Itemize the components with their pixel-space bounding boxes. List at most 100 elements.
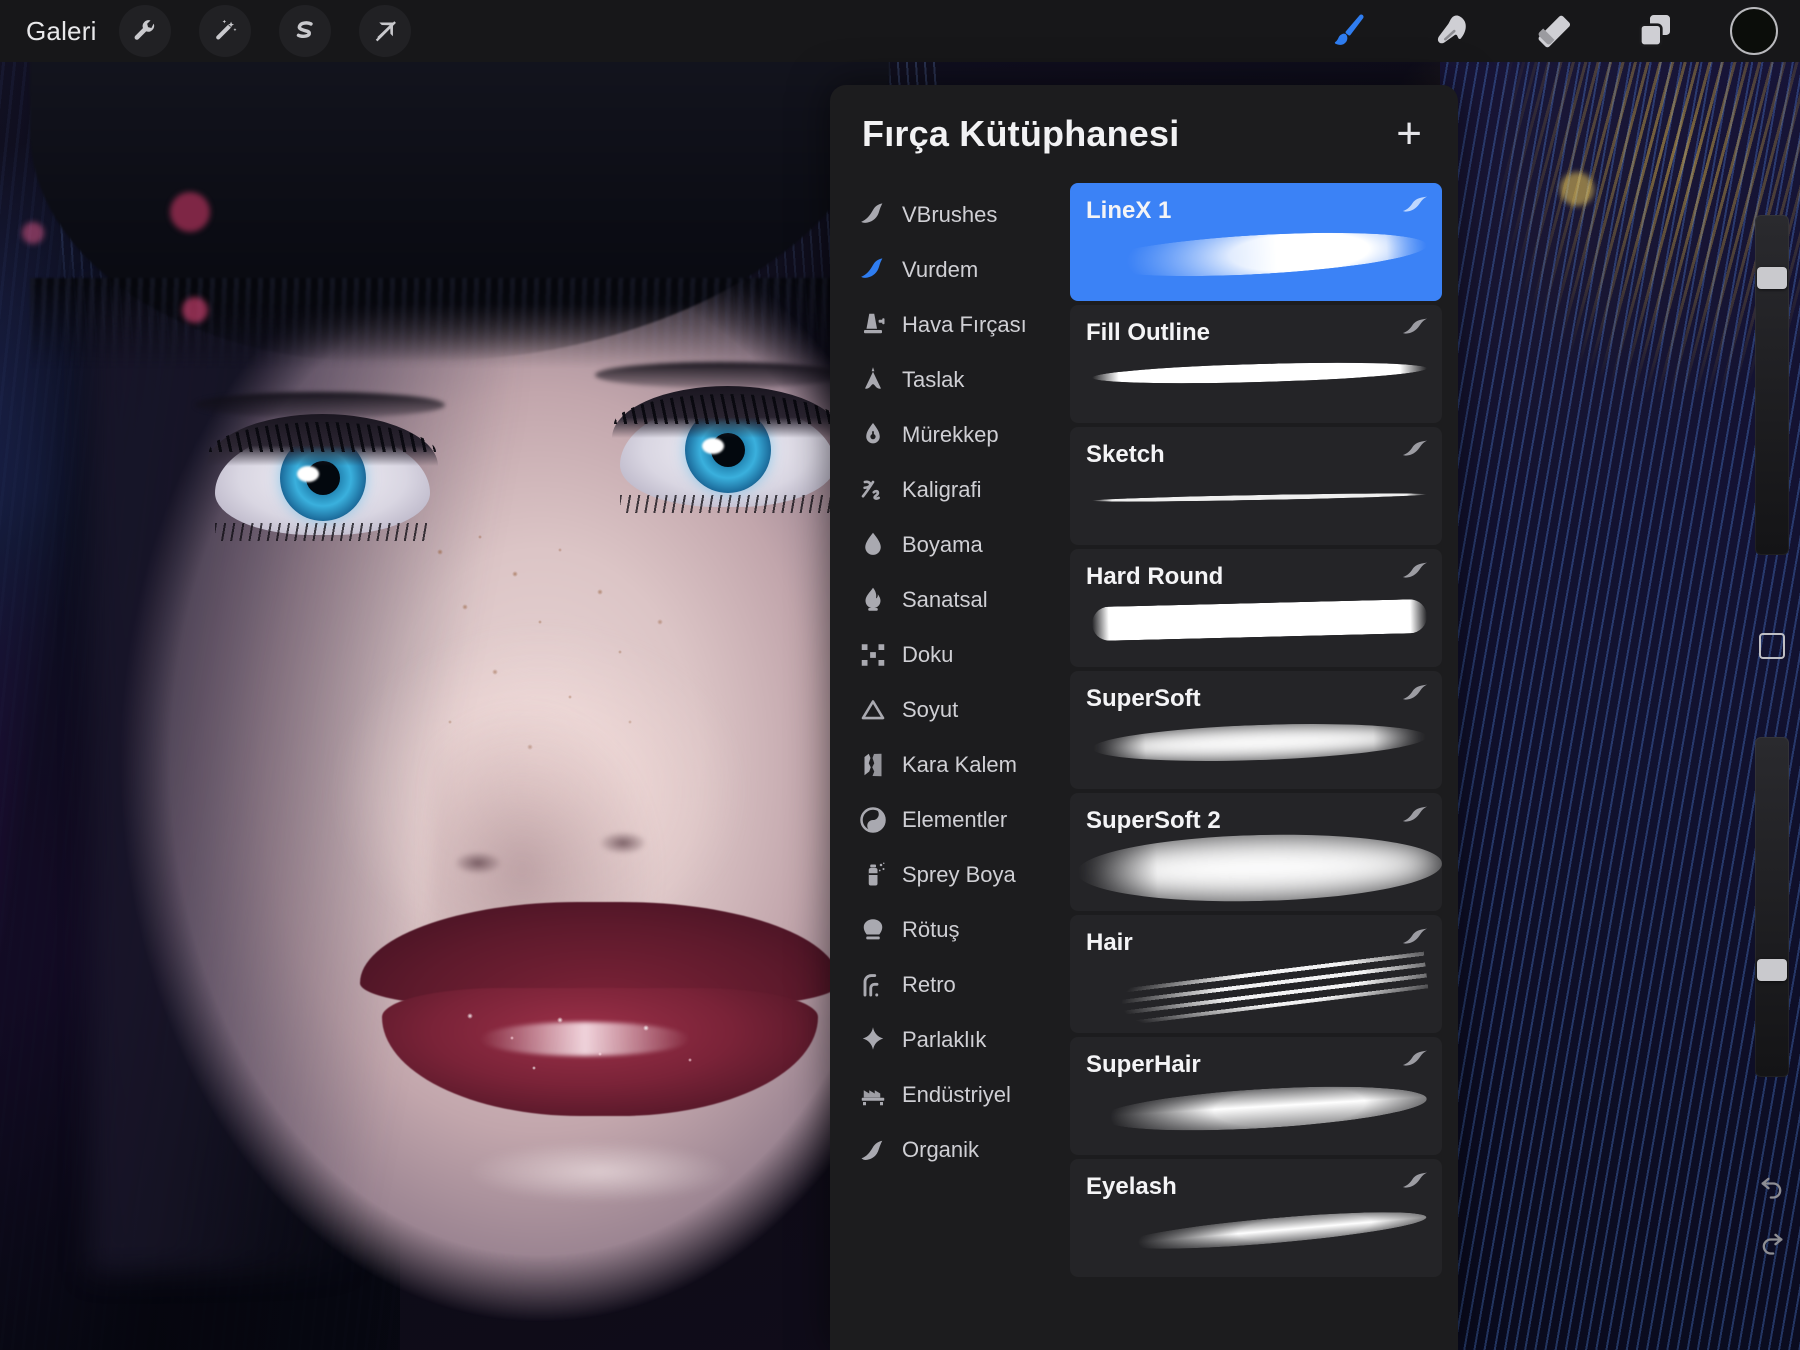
artwork-chin-highlight [470, 1142, 730, 1202]
eraser-button[interactable] [1526, 3, 1582, 59]
texture-grid-icon [852, 640, 894, 670]
brush-category-doku[interactable]: Doku [830, 627, 1070, 682]
top-toolbar: Galeri [0, 0, 1800, 62]
adjustments-button[interactable] [198, 5, 251, 57]
brush-item-name: Sketch [1086, 441, 1165, 468]
brush-category-parlakl-k[interactable]: Parlaklık [830, 1012, 1070, 1067]
airbrush-icon [852, 310, 894, 340]
fan-brush-icon [852, 915, 894, 945]
brush-item-name: SuperSoft [1086, 685, 1201, 712]
brush-stroke-preview [1070, 583, 1442, 667]
ink-nib-icon [852, 420, 894, 450]
brush-category-organik[interactable]: Organik [830, 1122, 1070, 1177]
brush-stroke-shape [1105, 946, 1429, 1028]
brush-stroke-shape [1091, 226, 1428, 284]
brush-item-supersoft[interactable]: SuperSoft [1070, 671, 1442, 789]
layers-button[interactable] [1628, 3, 1684, 59]
brush-stroke-preview [1070, 1193, 1442, 1277]
brush-category-taslak[interactable]: Taslak [830, 352, 1070, 407]
brush-category-hava-f-r-as-[interactable]: Hava Fırçası [830, 297, 1070, 352]
redo-button[interactable] [1758, 1229, 1786, 1257]
brush-category-label: Boyama [902, 531, 983, 557]
brush-opacity-slider[interactable] [1755, 737, 1789, 1077]
pencil-tip-icon [852, 365, 894, 395]
brush-library-panel: Fırça Kütüphanesi + VBrushes Vurdem Hava F… [830, 85, 1458, 1350]
brush-imported-swoosh-icon [1402, 683, 1428, 701]
color-swatch-button[interactable] [1730, 7, 1778, 55]
brush-category-label: Sanatsal [902, 586, 988, 612]
artwork-bangs [30, 62, 890, 362]
brush-stroke-shape [1076, 830, 1442, 906]
artwork-lips [360, 902, 840, 1132]
brush-category-end-striyel[interactable]: Endüstriyel [830, 1067, 1070, 1122]
brush-stroke-preview [1070, 217, 1442, 301]
brush-stroke-preview [1070, 946, 1442, 1033]
brush-category-label: Taslak [902, 366, 965, 392]
modify-square-button[interactable] [1759, 633, 1785, 659]
app-root: Galeri Fırça Kütüphanesi + VBrushes Vurd… [0, 0, 1800, 1350]
brush-category-r-tu-[interactable]: Rötuş [830, 902, 1070, 957]
paint-brush-button[interactable] [1322, 3, 1378, 59]
brush-item-linex-1[interactable]: LineX 1 [1070, 183, 1442, 301]
brush-category-vbrushes[interactable]: VBrushes [830, 187, 1070, 242]
brush-category-elementler[interactable]: Elementler [830, 792, 1070, 847]
brush-set-list[interactable]: LineX 1 Fill Outline Sketch Hard Round S… [1070, 183, 1458, 1350]
triangle-icon [852, 695, 894, 725]
brush-category-kara-kalem[interactable]: Kara Kalem [830, 737, 1070, 792]
brush-stroke-shape [1098, 1079, 1428, 1138]
brush-item-eyelash[interactable]: Eyelash [1070, 1159, 1442, 1277]
brush-item-name: Fill Outline [1086, 319, 1210, 346]
brush-category-label: Kaligrafi [902, 476, 982, 502]
brush-imported-swoosh-icon [1402, 439, 1428, 457]
brush-opacity-slider-knob[interactable] [1757, 959, 1787, 981]
brush-category-label: Mürekkep [902, 421, 999, 447]
artwork-nostril-left [455, 852, 501, 874]
brush-imported-swoosh-icon [1402, 195, 1428, 213]
smudge-button[interactable] [1424, 3, 1480, 59]
brush-item-name: SuperHair [1086, 1051, 1201, 1078]
brush-category-soyut[interactable]: Soyut [830, 682, 1070, 737]
brush-item-hard-round[interactable]: Hard Round [1070, 549, 1442, 667]
artwork-bokeh-2 [182, 297, 208, 323]
brush-category-vurdem[interactable]: Vurdem [830, 242, 1070, 297]
brush-category-sprey-boya[interactable]: Sprey Boya [830, 847, 1070, 902]
brush-item-sketch[interactable]: Sketch [1070, 427, 1442, 545]
layers-icon [1636, 11, 1676, 51]
transform-button[interactable] [358, 5, 411, 57]
actions-wrench-button[interactable] [118, 5, 171, 57]
artwork-nostril-right [600, 832, 646, 854]
brush-category-kaligrafi[interactable]: Kaligrafi [830, 462, 1070, 517]
add-brush-button[interactable]: + [1396, 112, 1422, 156]
undo-button[interactable] [1758, 1173, 1786, 1201]
brush-item-hair[interactable]: Hair [1070, 915, 1442, 1033]
brush-category-retro[interactable]: Retro [830, 957, 1070, 1012]
brush-category-list[interactable]: VBrushes Vurdem Hava Fırçası Taslak Mürekkep… [830, 183, 1070, 1350]
brush-category-label: Sprey Boya [902, 861, 1016, 887]
brush-stroke-preview [1070, 1071, 1442, 1155]
sparkle-icon [852, 1025, 894, 1055]
brush-stroke-preview [1070, 705, 1442, 789]
brush-item-superhair[interactable]: SuperHair [1070, 1037, 1442, 1155]
brush-category-boyama[interactable]: Boyama [830, 517, 1070, 572]
artwork-eye-left-lower-lashes [215, 523, 430, 541]
artwork-bokeh-4 [1560, 172, 1594, 206]
brush-library-header: Fırça Kütüphanesi + [830, 85, 1458, 183]
charcoal-icon [852, 750, 894, 780]
brush-category-m-rekkep[interactable]: Mürekkep [830, 407, 1070, 462]
brush-item-name: Hair [1086, 929, 1133, 956]
brush-imported-swoosh-icon [1402, 1171, 1428, 1189]
brush-stroke-shape [1091, 599, 1428, 641]
gallery-button[interactable]: Galeri [26, 16, 97, 47]
brush-item-fill-outline[interactable]: Fill Outline [1070, 305, 1442, 423]
brush-item-supersoft-2[interactable]: SuperSoft 2 [1070, 793, 1442, 911]
brush-category-label: Kara Kalem [902, 751, 1017, 777]
selection-button[interactable] [278, 5, 331, 57]
brush-library-title: Fırça Kütüphanesi [862, 113, 1180, 154]
brush-size-slider-knob[interactable] [1757, 267, 1787, 289]
brush-size-slider[interactable] [1755, 215, 1789, 555]
calligraphy-icon [852, 475, 894, 505]
artwork-bokeh-3 [22, 222, 44, 244]
brush-imported-swoosh-icon [1402, 927, 1428, 945]
brush-category-sanatsal[interactable]: Sanatsal [830, 572, 1070, 627]
artwork-bokeh-1 [170, 192, 210, 232]
